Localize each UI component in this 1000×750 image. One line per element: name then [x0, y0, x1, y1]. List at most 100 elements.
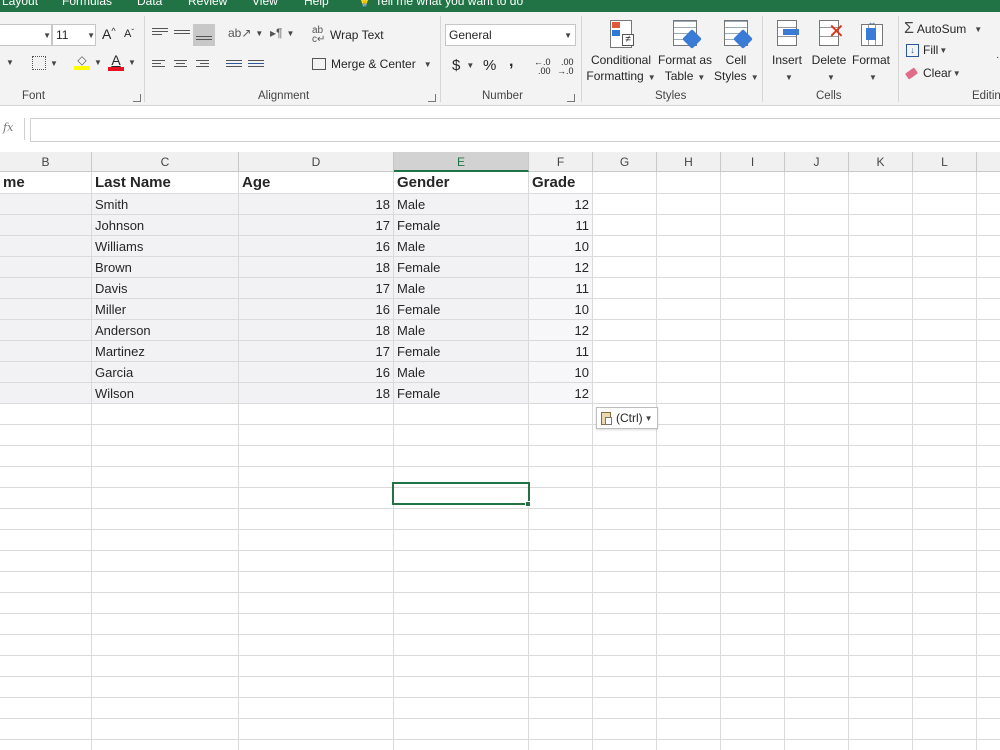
- cell-last-name[interactable]: Wilson: [92, 383, 238, 404]
- percent-style-button[interactable]: %: [483, 57, 496, 74]
- middle-align-button[interactable]: [174, 28, 190, 36]
- fill-color-button[interactable]: ◇ ▼: [74, 54, 102, 70]
- cell-first-name[interactable]: [0, 278, 91, 299]
- format-cells-button[interactable]: ↔ Format ▼: [850, 18, 892, 86]
- top-align-button[interactable]: [152, 26, 168, 37]
- cell-gender[interactable]: Male: [394, 194, 528, 215]
- tab-data[interactable]: Data: [137, 0, 162, 8]
- tell-me-search[interactable]: 💡 Tell me what you want to do: [357, 0, 523, 8]
- column-header-c[interactable]: C: [92, 152, 239, 172]
- align-left-button[interactable]: [152, 58, 165, 69]
- conditional-formatting-button[interactable]: ≠ Conditional Formatting ▼: [586, 18, 656, 86]
- active-cell[interactable]: [392, 482, 530, 505]
- text-direction-button[interactable]: ▸¶ ▼: [270, 26, 294, 40]
- cell-age[interactable]: 16: [239, 362, 393, 383]
- autosum-button[interactable]: Σ AutoSum ▼: [904, 20, 982, 38]
- delete-cells-button[interactable]: ✕ Delete ▼: [808, 18, 850, 86]
- formula-input[interactable]: [30, 118, 1000, 142]
- cell-styles-button[interactable]: Cell Styles ▼: [714, 18, 759, 86]
- chevron-down-icon[interactable]: ▼: [974, 25, 982, 34]
- cell-gender[interactable]: Female: [394, 215, 528, 236]
- paste-options-button[interactable]: (Ctrl) ▼: [596, 407, 658, 429]
- cell-age[interactable]: 16: [239, 299, 393, 320]
- column-header-l[interactable]: L: [913, 152, 977, 172]
- decrease-indent-button[interactable]: [226, 58, 242, 69]
- cell-grade[interactable]: 10: [529, 236, 592, 257]
- center-button[interactable]: [174, 58, 187, 69]
- font-name-combobox[interactable]: ▼: [0, 24, 52, 46]
- chevron-down-icon[interactable]: ▼: [43, 31, 51, 40]
- header-last-name[interactable]: Last Name: [92, 172, 238, 193]
- chevron-down-icon[interactable]: ▼: [286, 29, 294, 38]
- column-header-b[interactable]: B: [0, 152, 92, 172]
- accounting-format-button[interactable]: $ ▼: [452, 57, 474, 74]
- insert-cells-button[interactable]: Insert ▼: [767, 18, 807, 86]
- fill-button[interactable]: ↓ Fill ▼: [906, 43, 947, 57]
- orientation-button[interactable]: ab↗ ▼: [228, 26, 263, 40]
- header-gender[interactable]: Gender: [394, 172, 528, 193]
- cell-age[interactable]: 16: [239, 236, 393, 257]
- column-header-d[interactable]: D: [239, 152, 394, 172]
- cell-last-name[interactable]: Garcia: [92, 362, 238, 383]
- cell-first-name[interactable]: [0, 362, 91, 383]
- column-header-g[interactable]: G: [593, 152, 657, 172]
- cell-gender[interactable]: Female: [394, 257, 528, 278]
- header-first-name[interactable]: me: [0, 172, 91, 193]
- cell-gender[interactable]: Male: [394, 362, 528, 383]
- cell-last-name[interactable]: Martinez: [92, 341, 238, 362]
- cell-gender[interactable]: Male: [394, 320, 528, 341]
- cell-grade[interactable]: 12: [529, 383, 592, 404]
- cell-grade[interactable]: 11: [529, 341, 592, 362]
- header-grade[interactable]: Grade: [529, 172, 592, 193]
- clear-button[interactable]: Clear ▼: [904, 66, 961, 80]
- header-age[interactable]: Age: [239, 172, 393, 193]
- grow-font-button[interactable]: A ^: [102, 26, 116, 42]
- cell-grade[interactable]: 10: [529, 362, 592, 383]
- font-dialog-launcher[interactable]: [133, 94, 141, 102]
- column-header-e[interactable]: E: [394, 152, 529, 172]
- tab-page-layout[interactable]: Layout: [2, 0, 38, 8]
- cell-age[interactable]: 18: [239, 194, 393, 215]
- chevron-down-icon[interactable]: ▼: [94, 58, 102, 67]
- increase-indent-button[interactable]: [248, 58, 264, 69]
- comma-style-button[interactable]: ,: [509, 53, 513, 71]
- cell-gender[interactable]: Male: [394, 236, 528, 257]
- tab-view[interactable]: View: [252, 0, 278, 8]
- wrap-text-button[interactable]: ab c↵ Wrap Text: [312, 26, 384, 45]
- tab-formulas[interactable]: Formulas: [62, 0, 112, 8]
- cell-gender[interactable]: Female: [394, 299, 528, 320]
- alignment-dialog-launcher[interactable]: [428, 94, 436, 102]
- cell-age[interactable]: 17: [239, 215, 393, 236]
- cell-gender[interactable]: Male: [394, 278, 528, 299]
- cell-first-name[interactable]: [0, 236, 91, 257]
- chevron-down-icon[interactable]: ▼: [255, 29, 263, 38]
- cell-first-name[interactable]: [0, 257, 91, 278]
- cell-last-name[interactable]: Brown: [92, 257, 238, 278]
- column-header-f[interactable]: F: [529, 152, 593, 172]
- chevron-down-icon[interactable]: ▼: [939, 46, 947, 55]
- chevron-down-icon[interactable]: ▼: [953, 69, 961, 78]
- cell-gender[interactable]: Female: [394, 383, 528, 404]
- cell-age[interactable]: 18: [239, 320, 393, 341]
- merge-center-button[interactable]: Merge & Center ▼: [312, 57, 432, 71]
- increase-decimal-button[interactable]: ←.0.00: [534, 58, 551, 76]
- cell-age[interactable]: 17: [239, 278, 393, 299]
- chevron-down-icon[interactable]: ▼: [424, 60, 432, 69]
- chevron-down-icon[interactable]: ▼: [564, 31, 572, 40]
- cell-grade[interactable]: 12: [529, 320, 592, 341]
- tab-review[interactable]: Review: [188, 0, 227, 8]
- cell-gender[interactable]: Female: [394, 341, 528, 362]
- font-size-combobox[interactable]: 11 ▼: [52, 24, 96, 46]
- decrease-decimal-button[interactable]: .00 →.0: [557, 58, 574, 76]
- cell-last-name[interactable]: Johnson: [92, 215, 238, 236]
- underline-dropdown[interactable]: ▼: [6, 58, 14, 67]
- cell-age[interactable]: 17: [239, 341, 393, 362]
- column-header-j[interactable]: J: [785, 152, 849, 172]
- chevron-down-icon[interactable]: ▼: [50, 59, 58, 68]
- shrink-font-button[interactable]: Aˇ: [124, 28, 134, 40]
- cell-age[interactable]: 18: [239, 257, 393, 278]
- column-header-k[interactable]: K: [849, 152, 913, 172]
- cell-last-name[interactable]: Anderson: [92, 320, 238, 341]
- chevron-down-icon[interactable]: ▼: [128, 58, 136, 67]
- worksheet-grid[interactable]: B C D E F G H I J K L me Last Name Age G…: [0, 152, 1000, 750]
